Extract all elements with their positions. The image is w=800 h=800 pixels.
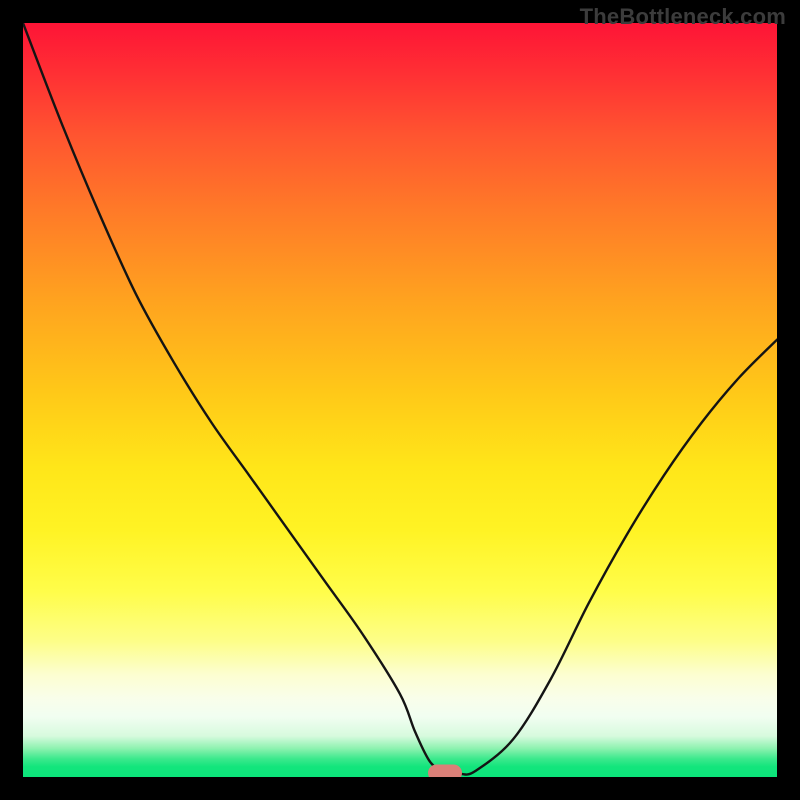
watermark-text: TheBottleneck.com (580, 4, 786, 30)
bottleneck-curve (23, 23, 777, 777)
optimum-marker (428, 765, 462, 777)
plot-area (23, 23, 777, 777)
chart-frame: TheBottleneck.com (0, 0, 800, 800)
